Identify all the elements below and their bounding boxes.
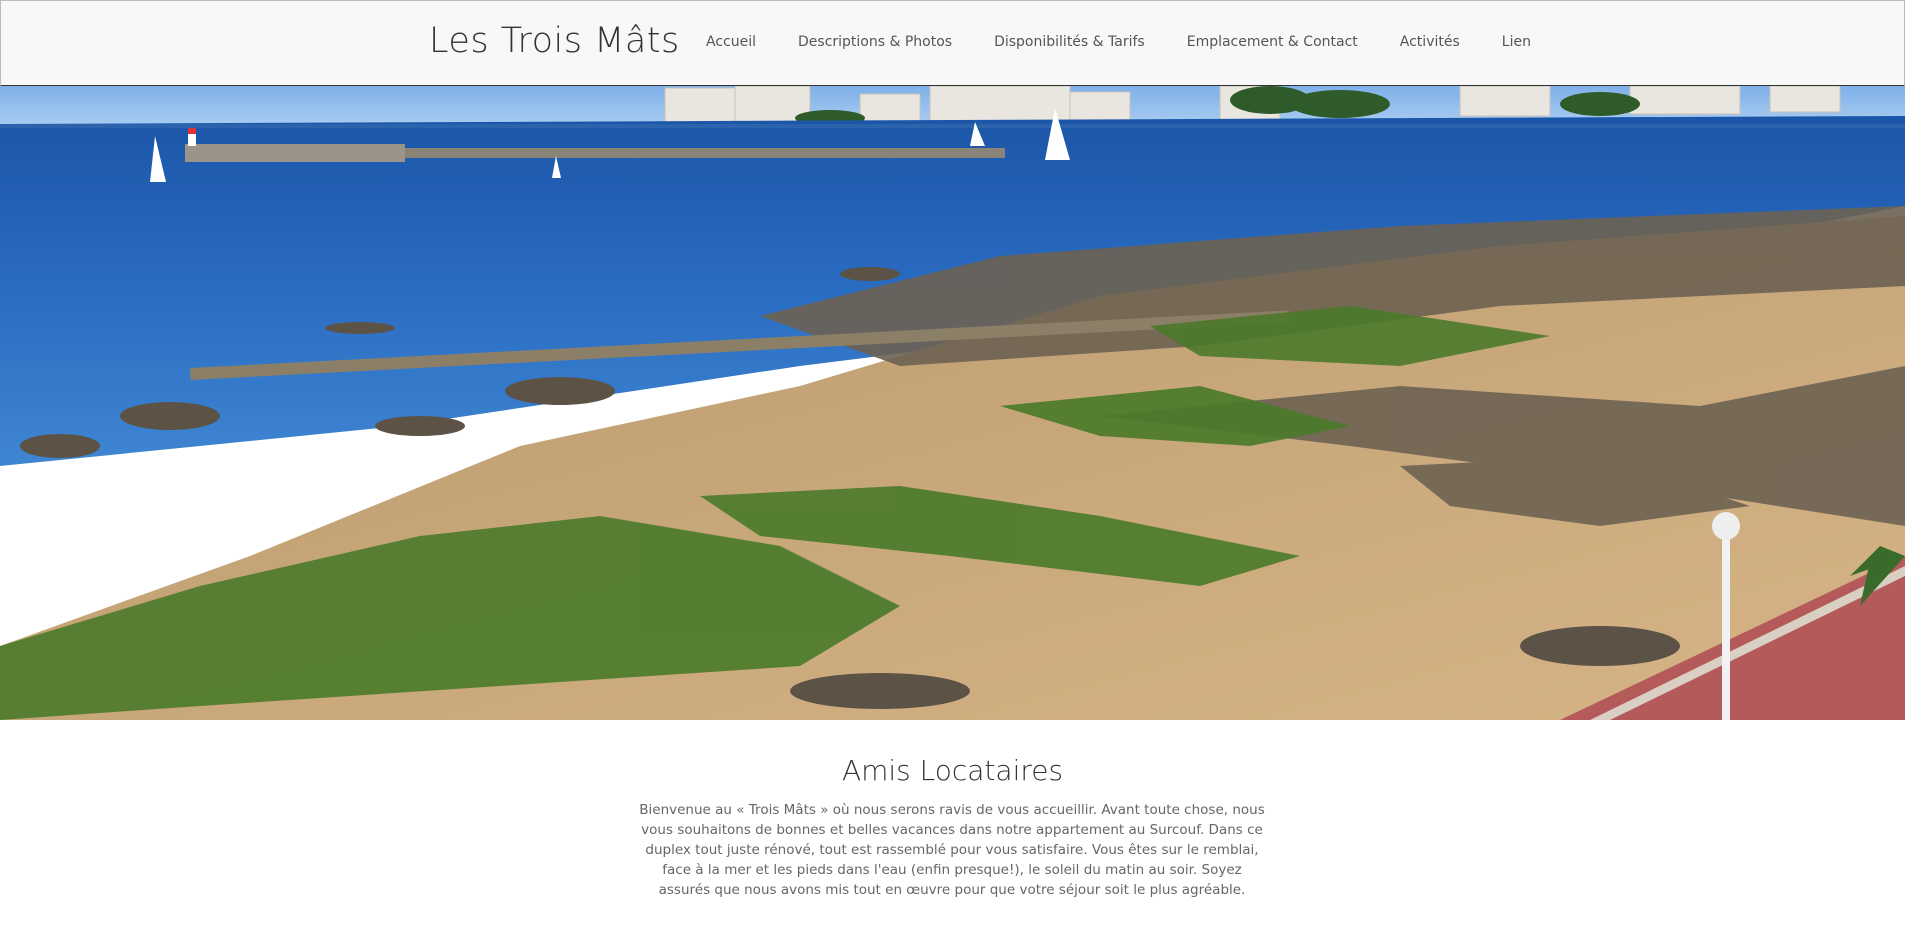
beach-photo-image xyxy=(0,86,1905,720)
brand-logo-link[interactable]: Les Trois Mâts xyxy=(429,21,680,61)
nav-lien[interactable]: Lien xyxy=(1502,34,1531,50)
nav-accueil[interactable]: Accueil xyxy=(706,34,756,50)
top-navbar: Les Trois Mâts Accueil Descriptions & Ph… xyxy=(0,0,1905,87)
main-nav: Accueil Descriptions & Photos Disponibil… xyxy=(706,34,1531,50)
nav-descriptions-photos[interactable]: Descriptions & Photos xyxy=(798,34,952,50)
nav-emplacement-contact[interactable]: Emplacement & Contact xyxy=(1187,34,1358,50)
page-title: Amis Locataires xyxy=(841,753,1064,787)
nav-disponibilites-tarifs[interactable]: Disponibilités & Tarifs xyxy=(994,34,1145,50)
hero-beach-image xyxy=(0,86,1905,720)
nav-activites[interactable]: Activités xyxy=(1400,34,1460,50)
welcome-paragraph: Bienvenue au « Trois Mâts » où nous sero… xyxy=(639,801,1265,898)
